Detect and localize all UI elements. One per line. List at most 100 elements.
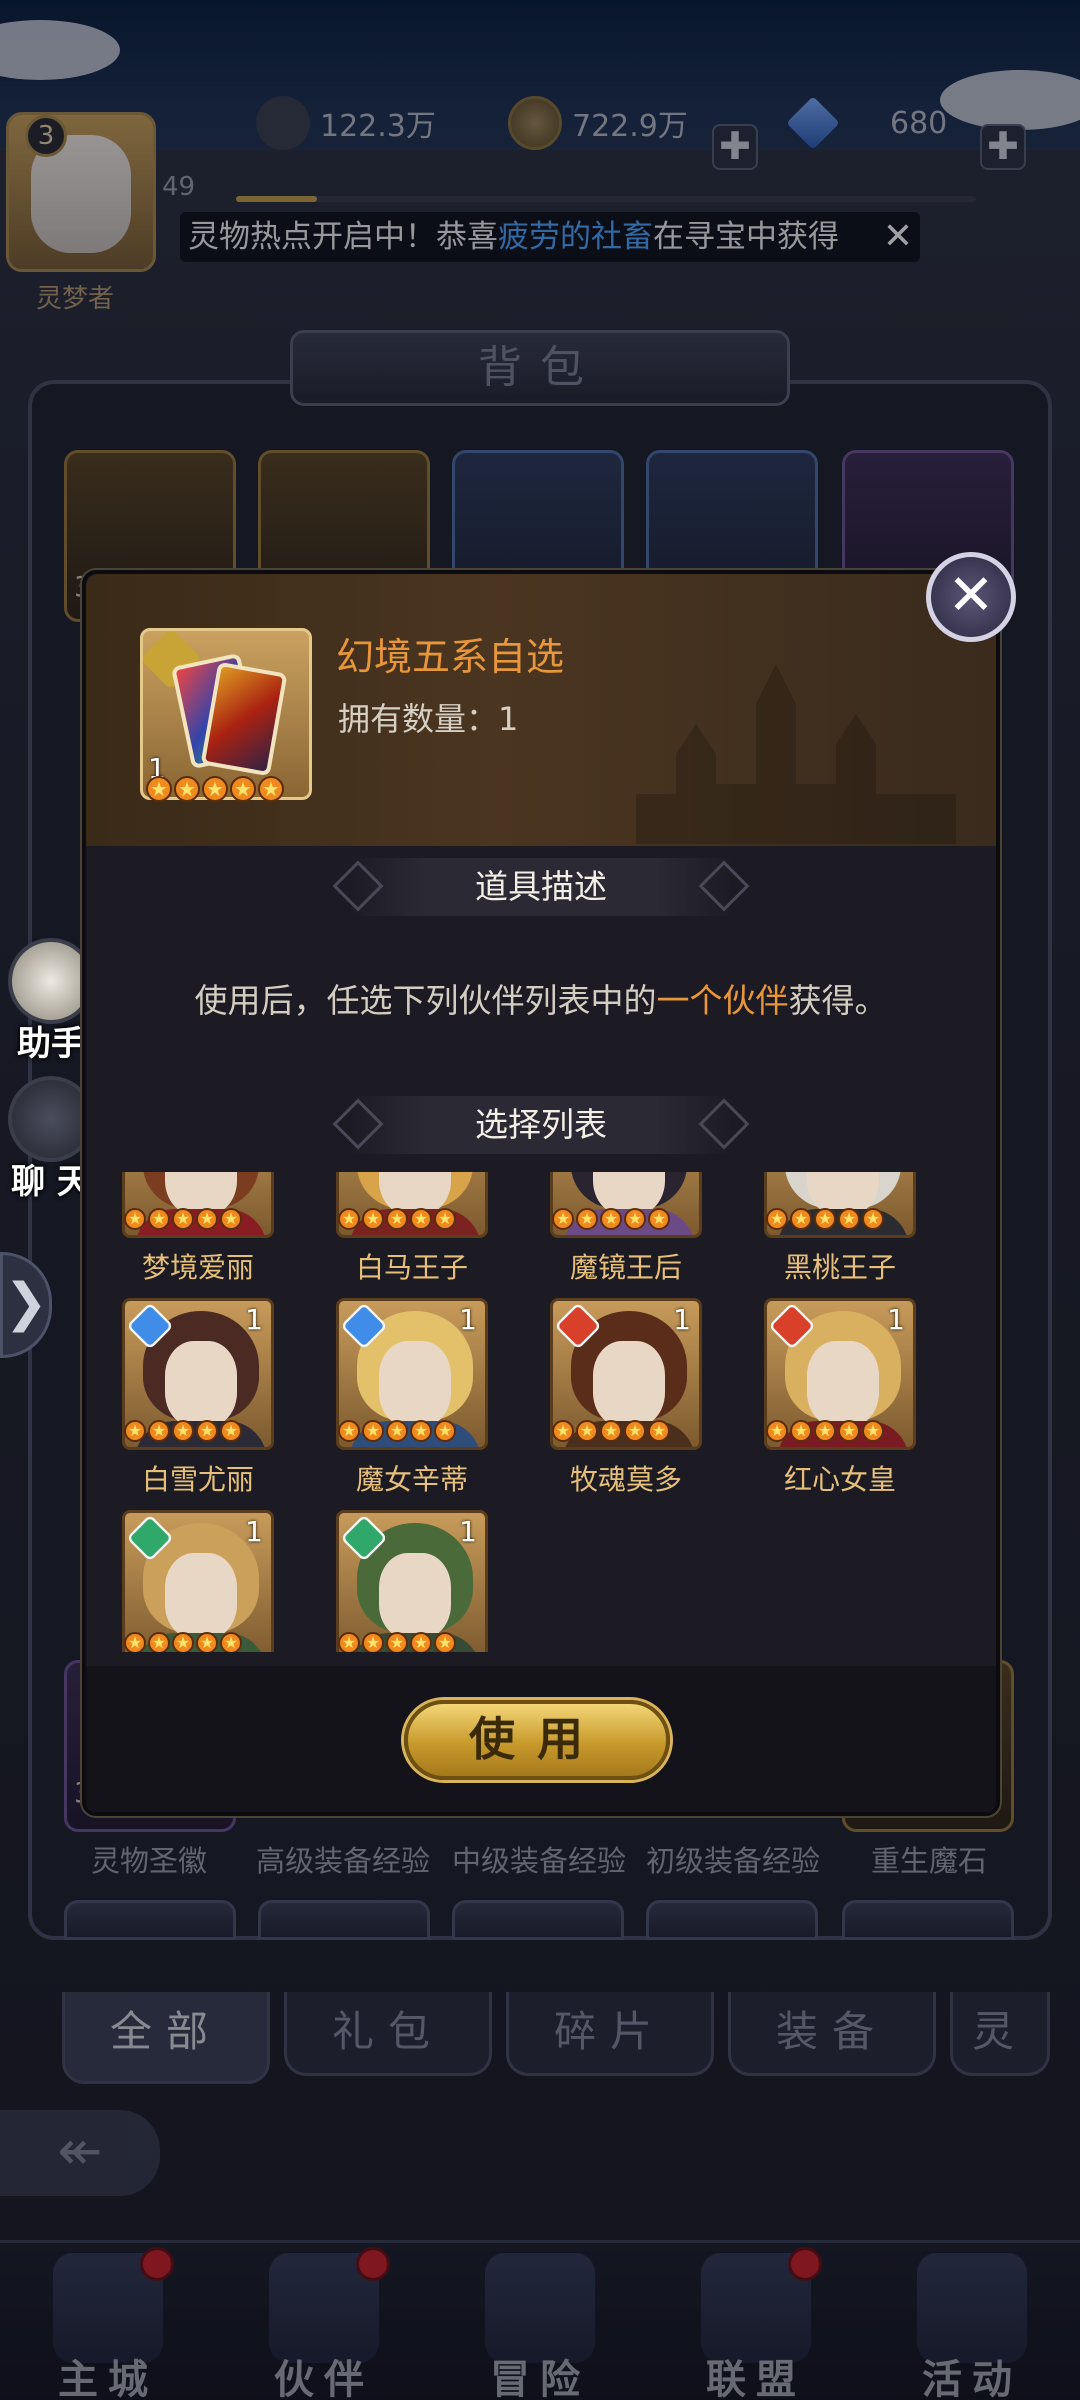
partner-portrait: 1	[122, 1510, 274, 1652]
partner-name: 白雪尤丽	[141, 1463, 254, 1496]
castle-silhouette-icon	[636, 664, 956, 844]
close-dialog-button[interactable]: ✕	[926, 552, 1016, 642]
partner-star-rating: ★ ★ ★ ★ ★	[766, 1420, 884, 1442]
partner-star-rating: ★ ★ ★ ★ ★	[766, 1208, 884, 1230]
star-icon: ★	[814, 1420, 836, 1442]
description-title-text: 道具描述	[475, 867, 607, 906]
desc-prefix: 使用后，任选下列伙伴列表中的	[194, 981, 657, 1020]
partner-count: 1	[245, 1303, 263, 1336]
star-icon: ★	[258, 776, 284, 802]
star-icon: ★	[576, 1208, 598, 1230]
star-icon: ★	[648, 1420, 670, 1442]
partner-card[interactable]: 1 ★ ★ ★ ★ ★ 红心女皇	[764, 1298, 916, 1498]
star-icon: ★	[410, 1420, 432, 1442]
star-icon: ★	[362, 1208, 384, 1230]
portrait-face	[593, 1341, 665, 1427]
selection-list-title-text: 选择列表	[475, 1105, 607, 1144]
star-icon: ★	[552, 1420, 574, 1442]
star-icon: ★	[148, 1420, 170, 1442]
partner-star-rating: ★ ★ ★ ★ ★	[338, 1208, 456, 1230]
star-icon: ★	[766, 1208, 788, 1230]
star-icon: ★	[790, 1208, 812, 1230]
star-icon: ★	[410, 1632, 432, 1652]
star-icon: ★	[174, 776, 200, 802]
use-button[interactable]: 使用	[404, 1700, 670, 1780]
star-icon: ★	[410, 1208, 432, 1230]
star-icon: ★	[146, 776, 172, 802]
partner-star-rating: ★ ★ ★ ★ ★	[552, 1420, 670, 1442]
star-icon: ★	[196, 1420, 218, 1442]
star-icon: ★	[220, 1420, 242, 1442]
star-icon: ★	[862, 1420, 884, 1442]
star-icon: ★	[600, 1208, 622, 1230]
star-icon: ★	[838, 1420, 860, 1442]
star-icon: ★	[576, 1420, 598, 1442]
star-icon: ★	[386, 1632, 408, 1652]
partner-card[interactable]: 1 ★ ★ ★ ★ ★ 白雪尤丽	[122, 1298, 274, 1498]
item-header: 1 ★ ★ ★ ★ ★ 幻境五系自选 拥有数量：1	[86, 574, 996, 846]
partner-count: 1	[887, 1303, 905, 1336]
star-icon: ★	[172, 1420, 194, 1442]
description-section-title: 道具描述	[332, 858, 750, 916]
partner-name: 黑桃王子	[783, 1251, 896, 1284]
portrait-face	[165, 1341, 237, 1427]
portrait-face	[807, 1341, 879, 1427]
desc-highlight: 一个伙伴	[656, 981, 789, 1020]
star-icon: ★	[362, 1632, 384, 1652]
owned-label: 拥有数量：	[338, 700, 499, 738]
star-icon: ★	[196, 1632, 218, 1652]
star-icon: ★	[838, 1208, 860, 1230]
item-owned-count: 拥有数量：1	[338, 694, 518, 740]
partner-name: 红心女皇	[783, 1463, 896, 1496]
star-icon: ★	[338, 1208, 360, 1230]
item-name: 幻境五系自选	[336, 635, 565, 679]
star-icon: ★	[230, 776, 256, 802]
item-detail-dialog: 1 ★ ★ ★ ★ ★ 幻境五系自选 拥有数量：1 道具描述 使用后，任选下列伙伴列表中…	[82, 570, 1000, 1816]
partner-card[interactable]: ★ ★ ★ ★ ★ 梦境爱丽	[122, 1172, 274, 1286]
partner-name: 魔镜王后	[569, 1251, 682, 1284]
star-icon: ★	[362, 1420, 384, 1442]
partner-card[interactable]: 1 ★ ★ ★ ★ ★ 魔女辛蒂	[336, 1298, 488, 1498]
item-description: 使用后，任选下列伙伴列表中的一个伙伴获得。	[86, 974, 996, 1022]
star-icon: ★	[552, 1208, 574, 1230]
ornament-icon	[332, 860, 384, 912]
star-icon: ★	[124, 1420, 146, 1442]
portrait-face	[165, 1553, 237, 1639]
star-icon: ★	[814, 1208, 836, 1230]
portrait-face	[379, 1553, 451, 1639]
partner-card[interactable]: 1 ★ ★ ★ ★ ★	[122, 1510, 274, 1652]
desc-suffix: 获得。	[788, 981, 888, 1020]
star-icon: ★	[766, 1420, 788, 1442]
star-icon: ★	[124, 1208, 146, 1230]
star-icon: ★	[386, 1208, 408, 1230]
star-icon: ★	[434, 1632, 456, 1652]
partner-card[interactable]: 1 ★ ★ ★ ★ ★	[336, 1510, 488, 1652]
star-icon: ★	[148, 1208, 170, 1230]
star-icon: ★	[148, 1632, 170, 1652]
star-icon: ★	[624, 1208, 646, 1230]
star-icon: ★	[434, 1420, 456, 1442]
portrait-face	[379, 1341, 451, 1427]
star-icon: ★	[434, 1208, 456, 1230]
star-icon: ★	[648, 1208, 670, 1230]
star-icon: ★	[220, 1208, 242, 1230]
star-icon: ★	[338, 1420, 360, 1442]
partner-name: 白马王子	[355, 1251, 468, 1284]
partner-card[interactable]: ★ ★ ★ ★ ★ 魔镜王后	[550, 1172, 702, 1286]
star-icon: ★	[172, 1208, 194, 1230]
star-icon: ★	[196, 1208, 218, 1230]
ornament-icon	[332, 1098, 384, 1150]
star-icon: ★	[124, 1632, 146, 1652]
partner-card[interactable]: ★ ★ ★ ★ ★ 黑桃王子	[764, 1172, 916, 1286]
partner-count: 1	[459, 1303, 477, 1336]
partner-card[interactable]: 1 ★ ★ ★ ★ ★ 牧魂莫多	[550, 1298, 702, 1498]
partner-star-rating: ★ ★ ★ ★ ★	[124, 1632, 242, 1652]
partner-selection-list[interactable]: ★ ★ ★ ★ ★ 梦境爱丽 ★ ★ ★ ★ ★ 白马王子 ★ ★ ★ ★ ★ 魔镜王后 ★ ★ ★ ★ ★ 黑桃王子 1 ★ ★ ★…	[122, 1172, 962, 1652]
partner-card[interactable]: ★ ★ ★ ★ ★ 白马王子	[336, 1172, 488, 1286]
star-icon: ★	[338, 1632, 360, 1652]
star-icon: ★	[202, 776, 228, 802]
star-icon: ★	[172, 1632, 194, 1652]
partner-name: 牧魂莫多	[569, 1463, 682, 1496]
star-icon: ★	[220, 1632, 242, 1652]
selection-list-title: 选择列表	[332, 1096, 750, 1154]
